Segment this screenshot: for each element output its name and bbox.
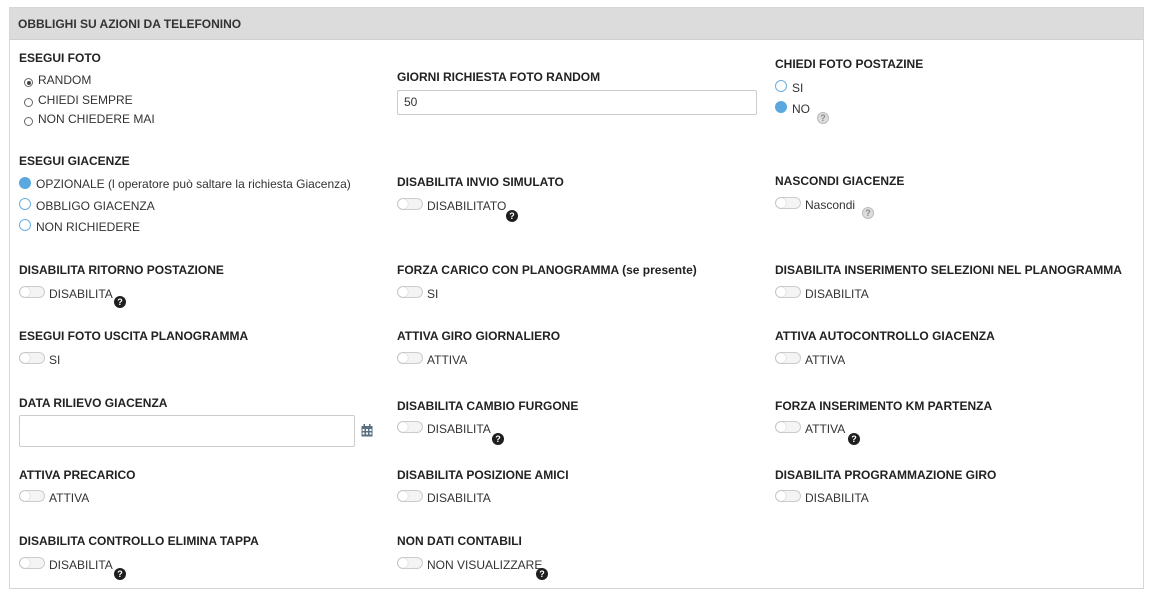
- radio-non-chiedere-mai-label: NON CHIEDERE MAI: [38, 112, 155, 126]
- disabilita-programmazione-giro-toggle-label: DISABILITA: [805, 491, 869, 505]
- forza-km-partenza-toggle-label: ATTIVA: [805, 422, 846, 436]
- attiva-giro-giornaliero-toggle-label: ATTIVA: [427, 353, 468, 367]
- giorni-richiesta-input[interactable]: 50: [397, 90, 757, 115]
- help-icon[interactable]: ?: [817, 108, 829, 126]
- non-dati-contabili-toggle-label: NON VISUALIZZARE: [427, 558, 543, 572]
- calendar-icon[interactable]: [361, 424, 373, 437]
- radio-random-label: RANDOM: [38, 73, 92, 87]
- disabilita-inserimento-selezioni-label: DISABILITA INSERIMENTO SELEZIONI NEL PLA…: [775, 263, 1122, 277]
- forza-carico-planogramma-toggle-label: SI: [427, 287, 439, 301]
- nascondi-giacenze-toggle-label: Nascondi: [805, 198, 856, 212]
- disabilita-controllo-elimina-label: DISABILITA CONTROLLO ELIMINA TAPPA: [19, 534, 259, 548]
- radio-random[interactable]: [24, 74, 33, 92]
- help-icon[interactable]: ?: [114, 564, 126, 582]
- data-rilievo-label: DATA RILIEVO GIACENZA: [19, 396, 168, 410]
- disabilita-controllo-elimina-toggle[interactable]: [19, 556, 45, 574]
- disabilita-cambio-furgone-toggle[interactable]: [397, 420, 423, 438]
- disabilita-programmazione-giro-label: DISABILITA PROGRAMMAZIONE GIRO: [775, 468, 997, 482]
- radio-non-chiedere-mai[interactable]: [24, 113, 33, 131]
- help-icon[interactable]: ?: [536, 564, 548, 582]
- disabilita-ritorno-postazione-toggle[interactable]: [19, 285, 45, 303]
- radio-obbligo-giacenza[interactable]: [19, 197, 31, 215]
- non-dati-contabili-toggle[interactable]: [397, 556, 423, 574]
- help-icon[interactable]: ?: [506, 206, 518, 224]
- disabilita-invio-simulato-toggle[interactable]: [397, 197, 423, 215]
- esegui-foto-uscita-toggle[interactable]: [19, 351, 45, 369]
- forza-km-partenza-label: FORZA INSERIMENTO KM PARTENZA: [775, 399, 993, 413]
- esegui-foto-label: ESEGUI FOTO: [19, 51, 101, 65]
- attiva-autocontrollo-label: ATTIVA AUTOCONTROLLO GIACENZA: [775, 329, 995, 343]
- data-rilievo-input[interactable]: [19, 415, 355, 447]
- disabilita-ritorno-postazione-label: DISABILITA RITORNO POSTAZIONE: [19, 263, 224, 277]
- radio-obbligo-giacenza-label: OBBLIGO GIACENZA: [36, 199, 155, 213]
- section-title: OBBLIGHI SU AZIONI DA TELEFONINO: [10, 8, 1143, 40]
- attiva-giro-giornaliero-toggle[interactable]: [397, 351, 423, 369]
- disabilita-invio-simulato-label: DISABILITA INVIO SIMULATO: [397, 175, 564, 189]
- esegui-foto-uscita-label: ESEGUI FOTO USCITA PLANOGRAMMA: [19, 329, 249, 343]
- attiva-precarico-label: ATTIVA PRECARICO: [19, 468, 136, 482]
- help-icon[interactable]: ?: [848, 429, 860, 447]
- disabilita-invio-simulato-toggle-label: DISABILITATO: [427, 199, 507, 213]
- radio-opzionale-label: OPZIONALE (l operatore può saltare la ri…: [36, 177, 351, 191]
- giorni-richiesta-label: GIORNI RICHIESTA FOTO RANDOM: [397, 70, 601, 84]
- radio-chiedi-sempre-label: CHIEDI SEMPRE: [38, 93, 133, 107]
- disabilita-posizione-amici-label: DISABILITA POSIZIONE AMICI: [397, 468, 569, 482]
- attiva-autocontrollo-toggle-label: ATTIVA: [805, 353, 846, 367]
- disabilita-programmazione-giro-toggle[interactable]: [775, 489, 801, 507]
- help-icon[interactable]: ?: [862, 203, 874, 221]
- forza-km-partenza-toggle[interactable]: [775, 420, 801, 438]
- disabilita-controllo-elimina-toggle-label: DISABILITA: [49, 558, 113, 572]
- radio-opzionale[interactable]: [19, 176, 31, 194]
- disabilita-posizione-amici-toggle-label: DISABILITA: [427, 491, 491, 505]
- disabilita-inserimento-selezioni-toggle-label: DISABILITA: [805, 287, 869, 301]
- attiva-autocontrollo-toggle[interactable]: [775, 351, 801, 369]
- forza-carico-planogramma-label: FORZA CARICO CON PLANOGRAMMA (se present…: [397, 263, 697, 277]
- radio-chiedi-sempre[interactable]: [24, 94, 33, 112]
- attiva-precarico-toggle[interactable]: [19, 489, 45, 507]
- radio-non-richiedere-label: NON RICHIEDERE: [36, 220, 141, 234]
- non-dati-contabili-label: NON DATI CONTABILI: [397, 534, 522, 548]
- forza-carico-planogramma-toggle[interactable]: [397, 285, 423, 303]
- help-icon[interactable]: ?: [114, 292, 126, 310]
- disabilita-inserimento-selezioni-toggle[interactable]: [775, 285, 801, 303]
- radio-postazione-si-label: SI: [792, 81, 804, 95]
- nascondi-giacenze-label: NASCONDI GIACENZE: [775, 174, 905, 188]
- esegui-foto-uscita-toggle-label: SI: [49, 353, 61, 367]
- disabilita-cambio-furgone-label: DISABILITA CAMBIO FURGONE: [397, 399, 579, 413]
- disabilita-posizione-amici-toggle[interactable]: [397, 489, 423, 507]
- disabilita-cambio-furgone-toggle-label: DISABILITA: [427, 422, 491, 436]
- esegui-giacenze-label: ESEGUI GIACENZE: [19, 154, 130, 168]
- radio-postazione-no-label: NO: [792, 102, 810, 116]
- disabilita-ritorno-postazione-toggle-label: DISABILITA: [49, 287, 113, 301]
- chiedi-foto-postazione-label: CHIEDI FOTO POSTAZINE: [775, 57, 924, 71]
- help-icon[interactable]: ?: [492, 429, 504, 447]
- attiva-giro-giornaliero-label: ATTIVA GIRO GIORNALIERO: [397, 329, 561, 343]
- radio-non-richiedere[interactable]: [19, 218, 31, 236]
- nascondi-giacenze-toggle[interactable]: [775, 196, 801, 214]
- radio-postazione-no[interactable]: [775, 100, 787, 118]
- attiva-precarico-toggle-label: ATTIVA: [49, 491, 90, 505]
- radio-postazione-si[interactable]: [775, 79, 787, 97]
